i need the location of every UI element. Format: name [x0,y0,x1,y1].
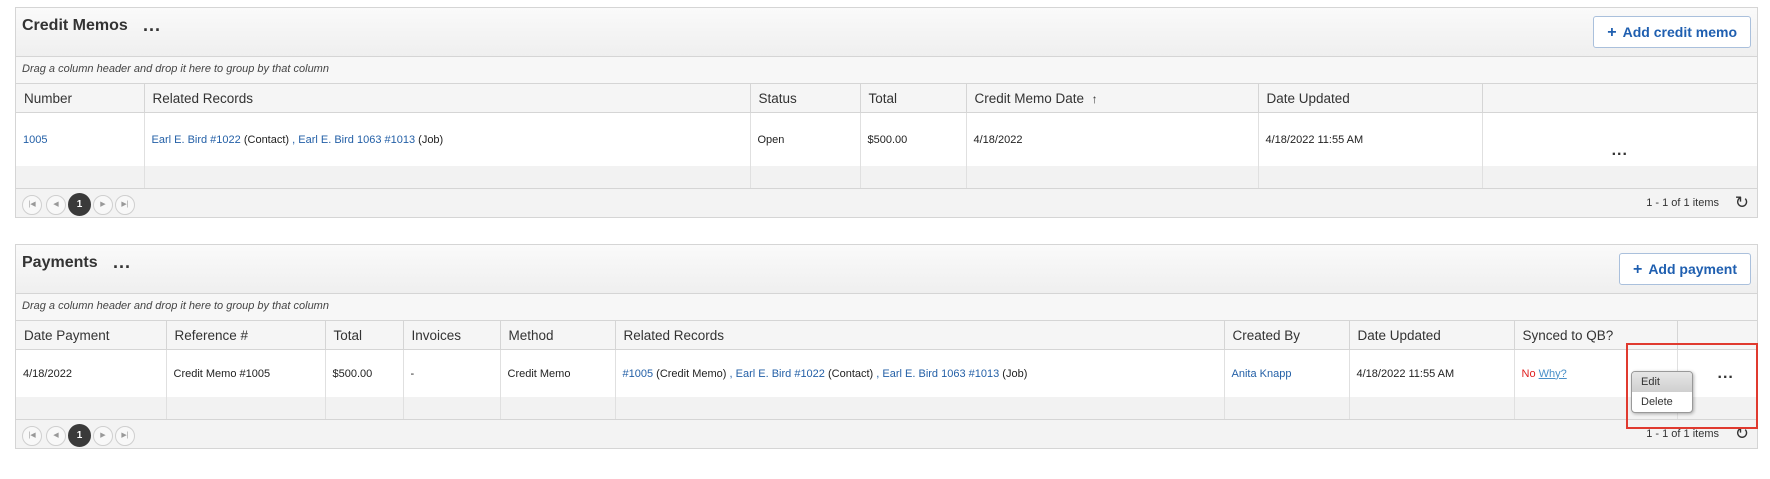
col-related-records[interactable]: Related Records [144,84,751,113]
invoices-cell: - [403,349,501,397]
payments-pager: |◀ ◀ 1 ▶ ▶| 1 - 1 of 1 items ↻ [16,419,1757,448]
related-separator: , [292,133,296,146]
last-page-icon[interactable]: ▶| [115,195,135,215]
credit-memo-number-link[interactable]: 1005 [23,134,47,146]
payments-header: Payments ... + Add payment [16,245,1757,294]
add-credit-memo-button[interactable]: + Add credit memo [1593,16,1751,48]
related-credit-memo-link[interactable]: #1005 [623,368,654,380]
row-actions-button[interactable]: ... [1482,113,1757,167]
add-payment-button[interactable]: + Add payment [1618,253,1751,285]
col-credit-memo-date-label: Credit Memo Date [974,90,1085,106]
pager-info: 1 - 1 of 1 items [1646,197,1719,209]
refresh-icon[interactable]: ↻ [1735,193,1749,213]
credit-memos-title: Credit Memos [22,17,128,34]
date-payment-cell: 4/18/2022 [16,349,167,397]
credit-memo-date-cell: 4/18/2022 [966,112,1259,166]
payments-panel: Payments ... + Add payment Drag a column … [15,244,1758,449]
date-updated-cell: 4/18/2022 11:55 AM [1258,112,1483,166]
col-number[interactable]: Number [16,84,145,113]
col-credit-memo-date[interactable]: Credit Memo Date ↑ [966,84,1259,113]
col-actions [1482,84,1757,113]
credit-memos-pager: |◀ ◀ 1 ▶ ▶| 1 - 1 of 1 items ↻ [16,188,1757,217]
why-link[interactable]: Why? [1539,368,1567,380]
related-separator: , [876,367,880,380]
col-reference[interactable]: Reference # [166,321,326,350]
related-contact-link[interactable]: Earl E. Bird #1022 [736,368,825,380]
credit-memos-table: Number Related Records Status Total Cred… [16,84,1757,188]
col-date-payment[interactable]: Date Payment [16,321,167,350]
col-created-by[interactable]: Created By [1224,321,1350,350]
reference-cell: Credit Memo #1005 [166,349,326,397]
total-cell: $500.00 [325,349,404,397]
page-1-button[interactable]: 1 [68,424,91,447]
next-page-icon[interactable]: ▶ [93,426,113,446]
sort-ascending-icon: ↑ [1091,91,1098,106]
credit-memos-header: Credit Memos ... + Add credit memo [16,8,1757,57]
table-row: 1005 Earl E. Bird #1022 (Contact) , Earl… [16,112,1757,167]
col-status[interactable]: Status [750,84,861,113]
plus-icon: + [1632,261,1643,278]
related-job-link[interactable]: Earl E. Bird 1063 #1013 [882,368,999,380]
payments-group-hint[interactable]: Drag a column header and drop it here to… [16,294,1757,321]
next-page-icon[interactable]: ▶ [93,195,113,215]
col-related-records[interactable]: Related Records [615,321,1225,350]
first-page-icon[interactable]: |◀ [22,195,42,215]
prev-page-icon[interactable]: ◀ [46,195,66,215]
related-job-type: (Job) [1002,367,1028,380]
related-job-type: (Job) [418,133,444,146]
method-cell: Credit Memo [500,349,616,397]
pager-info: 1 - 1 of 1 items [1646,428,1719,440]
col-date-updated[interactable]: Date Updated [1258,84,1483,113]
highlight-annotation-box [1626,343,1758,429]
credit-memos-more-button[interactable]: ... [143,15,161,36]
payments-table: Date Payment Reference # Total Invoices … [16,321,1757,419]
page-1-button[interactable]: 1 [68,193,91,216]
related-separator: , [729,367,733,380]
table-row [16,166,1757,188]
prev-page-icon[interactable]: ◀ [46,426,66,446]
related-contact-type: (Contact) [243,133,290,146]
related-contact-type: (Contact) [827,367,874,380]
related-job-link[interactable]: Earl E. Bird 1063 #1013 [298,134,415,146]
col-total[interactable]: Total [325,321,404,350]
last-page-icon[interactable]: ▶| [115,426,135,446]
date-updated-cell: 4/18/2022 11:55 AM [1349,349,1515,397]
first-page-icon[interactable]: |◀ [22,426,42,446]
total-cell: $500.00 [860,112,967,166]
col-invoices[interactable]: Invoices [403,321,501,350]
col-method[interactable]: Method [500,321,616,350]
payments-title: Payments [22,254,98,271]
add-credit-memo-label: Add credit memo [1622,24,1737,40]
credit-memos-group-hint[interactable]: Drag a column header and drop it here to… [16,57,1757,84]
credit-memos-panel: Credit Memos ... + Add credit memo Drag a… [15,7,1758,218]
synced-status-no: No [1521,367,1536,380]
col-total[interactable]: Total [860,84,967,113]
status-cell: Open [750,112,861,166]
created-by-link[interactable]: Anita Knapp [1232,368,1292,380]
related-contact-link[interactable]: Earl E. Bird #1022 [152,134,241,146]
payments-more-button[interactable]: ... [113,252,131,273]
related-credit-memo-type: (Credit Memo) [656,367,727,380]
table-row [16,397,1757,419]
plus-icon: + [1607,24,1617,41]
table-row: 4/18/2022 Credit Memo #1005 $500.00 - Cr… [16,349,1757,397]
col-date-updated[interactable]: Date Updated [1349,321,1515,350]
add-payment-label: Add payment [1648,261,1737,277]
